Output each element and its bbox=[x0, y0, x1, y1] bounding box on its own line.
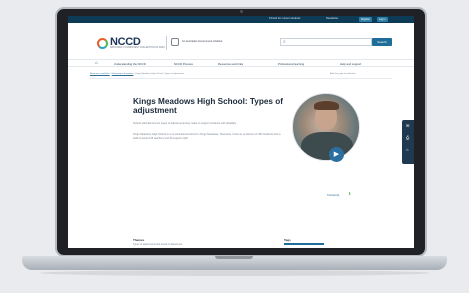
login-button[interactable]: Log in bbox=[377, 17, 388, 22]
laptop-notch bbox=[215, 256, 253, 259]
government-initiative-text: An Australian Government initiative bbox=[182, 40, 223, 43]
breadcrumb-divider bbox=[90, 78, 392, 79]
nav-item-understanding[interactable]: Understanding the NCCD bbox=[114, 62, 146, 66]
transcript-link[interactable]: Transcript bbox=[327, 193, 339, 197]
add-to-collection-link[interactable]: Add this page to collection bbox=[330, 73, 356, 75]
search-icon: ⌕ bbox=[283, 39, 286, 45]
nav-item-learning[interactable]: Professional learning bbox=[278, 62, 304, 66]
themes-heading: Themes bbox=[133, 238, 145, 242]
tags-underline bbox=[284, 243, 324, 245]
webcam bbox=[240, 10, 243, 13]
register-button[interactable]: Register bbox=[359, 17, 372, 22]
laptop-screen: Printed for current students Newsletter … bbox=[68, 16, 414, 248]
intro-paragraph: School staff discuss the types of adjust… bbox=[133, 122, 237, 125]
page-title: Kings Meadows High School: Types of adju… bbox=[133, 97, 283, 115]
nav-item-process[interactable]: NCCD Process bbox=[174, 62, 193, 66]
logo-subtitle: NATIONALLY CONSISTENT COLLECTION OF DATA bbox=[110, 47, 165, 49]
tags-heading: Tags bbox=[284, 238, 291, 242]
video-person-body bbox=[301, 132, 353, 160]
nccd-logo-icon[interactable] bbox=[97, 38, 108, 49]
video-thumbnail[interactable] bbox=[292, 93, 360, 161]
school-paragraph: Kings Meadows High School is a co-educat… bbox=[133, 133, 281, 140]
home-icon[interactable]: ⌂ bbox=[95, 60, 98, 66]
government-crest-icon bbox=[171, 38, 179, 46]
nav-item-resources[interactable]: Resources and links bbox=[218, 62, 243, 66]
utility-link-students[interactable]: Printed for current students bbox=[269, 17, 300, 20]
video-person-hair bbox=[314, 101, 339, 110]
play-icon[interactable]: ▶ bbox=[329, 147, 344, 162]
breadcrumb-current: Kings Meadows High School: Types of adju… bbox=[135, 73, 184, 75]
download-icon[interactable]: ⬇ bbox=[348, 191, 351, 196]
search-input[interactable] bbox=[280, 38, 372, 46]
header-divider bbox=[166, 36, 167, 50]
breadcrumb: Resources and links › Illustrations of p… bbox=[90, 73, 184, 75]
laptop-shadow bbox=[40, 270, 430, 276]
bookmark-icon[interactable]: ⌂ bbox=[406, 147, 408, 152]
breadcrumb-link-resources[interactable]: Resources and links bbox=[90, 73, 110, 75]
share-icon[interactable]: ✉ bbox=[406, 123, 409, 128]
breadcrumb-link-illustrations[interactable]: Illustrations of practice bbox=[112, 73, 134, 75]
search-button[interactable]: Search bbox=[372, 38, 392, 46]
nav-item-help[interactable]: Help and support bbox=[340, 62, 361, 66]
themes-text: Types of adjustments and levels of adjus… bbox=[133, 243, 183, 246]
utility-link-newsletter[interactable]: Newsletter bbox=[326, 17, 338, 20]
laptop-mockup: Printed for current students Newsletter … bbox=[0, 0, 469, 293]
print-icon[interactable]: ⎙ bbox=[406, 135, 409, 140]
